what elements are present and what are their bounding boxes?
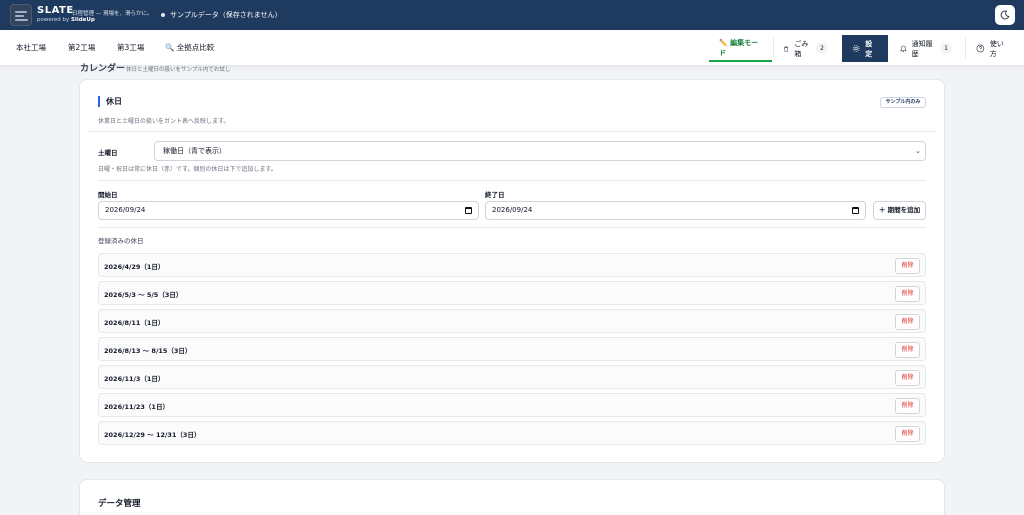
sample-only-badge: サンプル内のみ bbox=[880, 97, 926, 108]
holiday-row: 2026/12/29 〜 12/31（3日） 削除 bbox=[98, 421, 926, 445]
holiday-row-label: 2026/11/3（1日） bbox=[104, 375, 165, 383]
holiday-row: 2026/5/3 〜 5/5（3日） 削除 bbox=[98, 281, 926, 305]
tab-factory-3[interactable]: 第3工場 bbox=[117, 42, 144, 53]
end-date-label: 終了日 bbox=[485, 191, 505, 199]
trash-icon bbox=[784, 45, 789, 52]
status-dot-icon bbox=[161, 13, 165, 17]
notification-count-badge: 1 bbox=[940, 43, 952, 54]
tagline: 日程管理 — 現場を、滑らかに。 bbox=[72, 11, 153, 17]
holiday-row-label: 2026/8/13 〜 8/15（3日） bbox=[104, 347, 192, 355]
delete-button[interactable]: 削除 bbox=[895, 258, 920, 274]
settings-button[interactable]: 設定 bbox=[842, 35, 888, 62]
status-text: サンプルデータ（保存されません） bbox=[170, 11, 282, 19]
delete-button[interactable]: 削除 bbox=[895, 342, 920, 358]
bell-icon bbox=[900, 45, 907, 52]
app-logo-icon bbox=[10, 4, 32, 26]
brand-name: SLATE bbox=[37, 5, 74, 16]
holiday-row: 2026/4/29（1日） 削除 bbox=[98, 253, 926, 277]
divider bbox=[98, 180, 926, 181]
divider bbox=[98, 227, 926, 228]
divider bbox=[88, 131, 936, 132]
calendar-icon[interactable] bbox=[465, 207, 472, 214]
holiday-heading: 休日 bbox=[98, 96, 122, 107]
holiday-row-label: 2026/11/23（1日） bbox=[104, 403, 169, 411]
holiday-row: 2026/11/23（1日） 削除 bbox=[98, 393, 926, 417]
holiday-row-label: 2026/5/3 〜 5/5（3日） bbox=[104, 291, 183, 299]
tab-factory-2[interactable]: 第2工場 bbox=[68, 42, 95, 53]
end-date-input[interactable]: 2026/09/24 bbox=[485, 201, 866, 220]
data-management-title: データ管理 bbox=[98, 499, 141, 509]
saturday-select-value: 稼働日（青で表示） bbox=[163, 147, 226, 155]
delete-button[interactable]: 削除 bbox=[895, 370, 920, 386]
holiday-row: 2026/11/3（1日） 削除 bbox=[98, 365, 926, 389]
tab-compare-all[interactable]: 🔍 全拠点比較 bbox=[165, 42, 214, 53]
theme-toggle-button[interactable] bbox=[995, 5, 1015, 25]
saturday-note: 日曜・祝日は常に休日（赤）です。個別の休日は下で追加します。 bbox=[98, 166, 277, 173]
section-subtitle: 休日と土曜日の扱いをサンプル内でお試し bbox=[126, 67, 231, 73]
holiday-row-label: 2026/8/11（1日） bbox=[104, 319, 165, 327]
app-header: SLATE powered by SlideUp 日程管理 — 現場を、滑らかに… bbox=[0, 0, 1024, 30]
registered-holidays-label: 登録済みの休日 bbox=[98, 237, 144, 245]
delete-button[interactable]: 削除 bbox=[895, 398, 920, 414]
holiday-row: 2026/8/13 〜 8/15（3日） 削除 bbox=[98, 337, 926, 361]
section-title: カレンダー bbox=[80, 64, 126, 74]
powered-by: powered by SlideUp bbox=[37, 17, 95, 23]
saturday-select[interactable]: 稼働日（青で表示） ⌄ bbox=[154, 141, 926, 161]
help-button[interactable]: 使い方 bbox=[966, 35, 1020, 62]
trash-button[interactable]: ごみ箱 2 bbox=[773, 35, 838, 62]
holiday-description: 休業日と土曜日の扱いをガント表へ反映します。 bbox=[98, 118, 230, 125]
start-date-label: 開始日 bbox=[98, 191, 118, 199]
edit-mode-button[interactable]: ✏️ 編集モード bbox=[709, 35, 772, 62]
delete-button[interactable]: 削除 bbox=[895, 286, 920, 302]
data-management-card bbox=[79, 479, 945, 515]
nav-bar: 本社工場 第2工場 第3工場 🔍 全拠点比較 ✏️ 編集モード ごみ箱 2 設定… bbox=[0, 30, 1024, 66]
start-date-input[interactable]: 2026/09/24 bbox=[98, 201, 479, 220]
trash-count-badge: 2 bbox=[816, 43, 828, 54]
moon-icon bbox=[1000, 10, 1010, 20]
calendar-icon[interactable] bbox=[852, 207, 859, 214]
delete-button[interactable]: 削除 bbox=[895, 426, 920, 442]
delete-button[interactable]: 削除 bbox=[895, 314, 920, 330]
notification-history-button[interactable]: 通知履歴 1 bbox=[890, 35, 962, 62]
holiday-row: 2026/8/11（1日） 削除 bbox=[98, 309, 926, 333]
tab-honsha[interactable]: 本社工場 bbox=[16, 42, 46, 53]
chevron-down-icon: ⌄ bbox=[915, 147, 921, 155]
saturday-label: 土曜日 bbox=[98, 149, 118, 157]
gear-icon bbox=[852, 45, 860, 52]
add-period-button[interactable]: ＋ 期間を追加 bbox=[873, 201, 926, 220]
holiday-row-label: 2026/4/29（1日） bbox=[104, 263, 165, 271]
help-circle-icon bbox=[976, 44, 985, 53]
holiday-row-label: 2026/12/29 〜 12/31（3日） bbox=[104, 431, 201, 439]
